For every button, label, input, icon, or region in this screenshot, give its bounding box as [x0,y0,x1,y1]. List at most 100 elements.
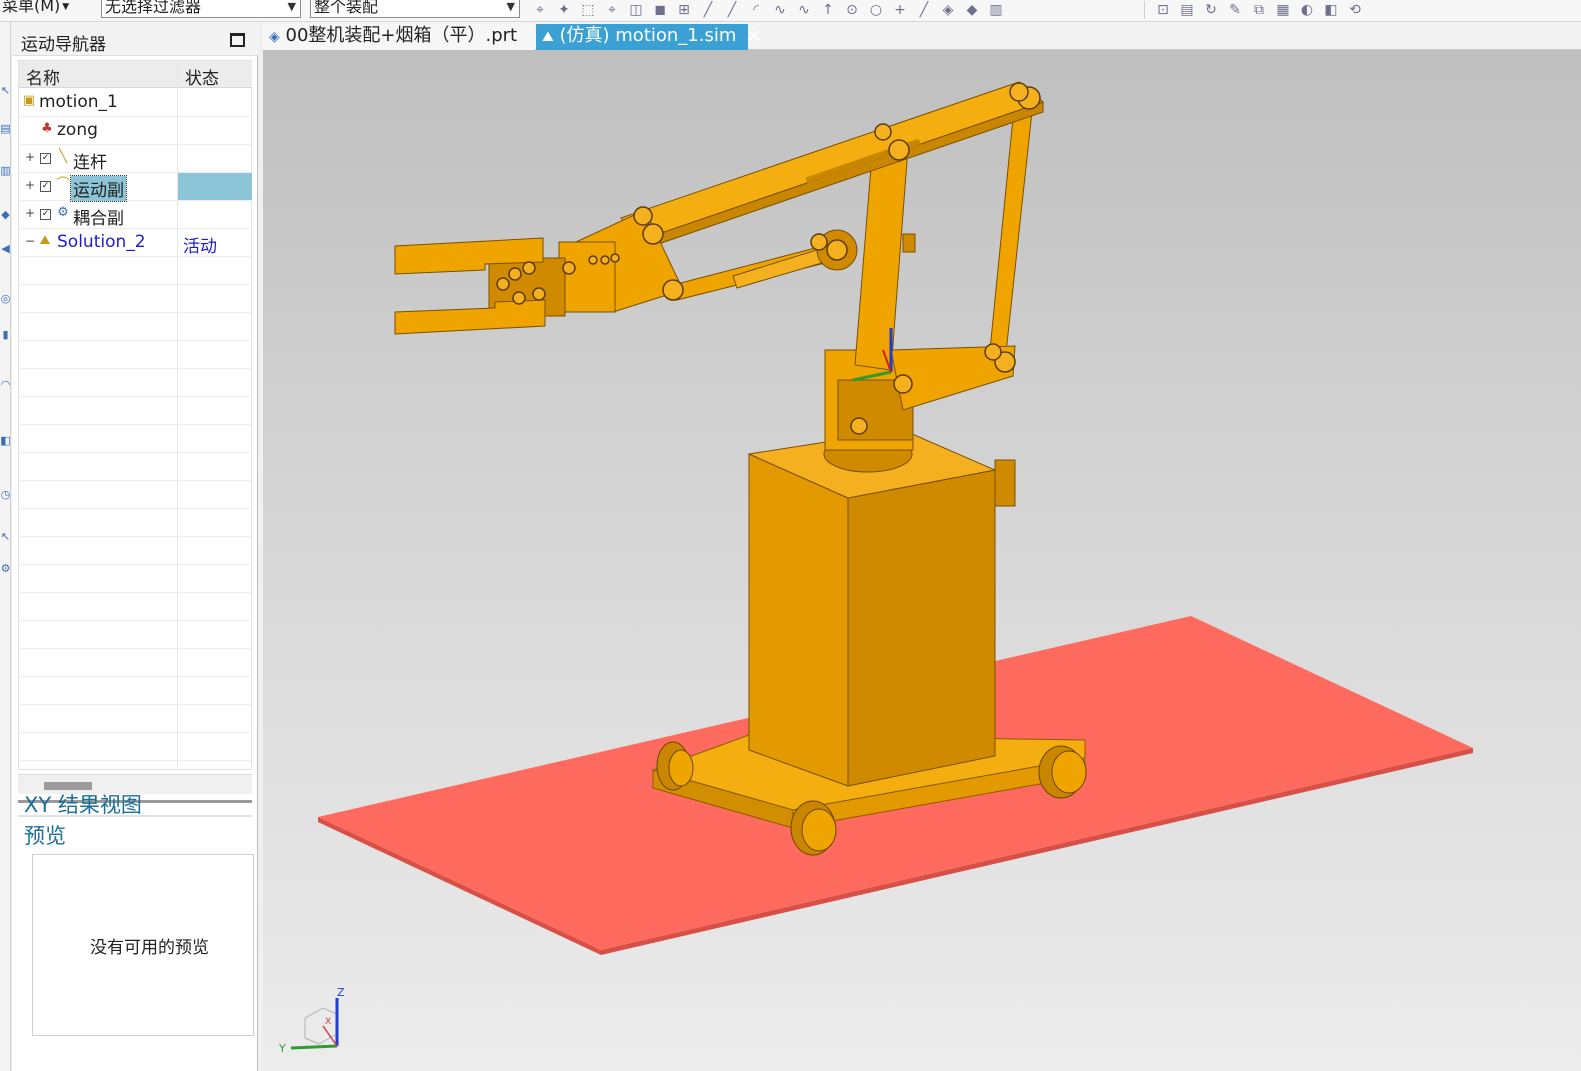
tree-row-status: 活动 [183,237,217,257]
box-select-icon[interactable]: ⬚ [578,1,598,19]
tool-tab-icon[interactable]: ↖ [0,530,11,544]
assembly-icon[interactable]: ⧉ [1249,1,1269,19]
tab-assembly-part[interactable]: ◈ 00整机装配+烟箱（平）.prt [263,24,535,50]
tree-row-links[interactable]: + ✓ ╲ 连杆 [19,145,252,173]
main-beam [620,81,1045,241]
orient-icon[interactable]: ⟲ [1345,1,1365,19]
cross-icon[interactable]: + [890,1,910,19]
snap-icon[interactable]: ⌖ [530,1,550,19]
selection-filter-dropdown[interactable]: 无选择过滤器 ▼ [101,0,301,18]
empty-row [19,649,252,677]
center-point-icon[interactable]: ⊙ [842,1,862,19]
web-tab-icon[interactable]: ◠ [0,378,11,392]
collapse-icon[interactable]: − [25,235,35,247]
motion-navigator-panel: 运动导航器 名称 状态 ▣ motion_1 ♣ zong + ✓ ╲ 连杆 +… [12,22,258,1071]
triad-x-label: X [325,1017,331,1027]
motion-tab-icon[interactable]: ◀ [0,242,11,256]
cube-icon[interactable]: ◫ [626,1,646,19]
triad-y-label: Y [278,1042,286,1055]
circle-icon[interactable]: ○ [866,1,886,19]
empty-row [19,509,252,537]
column-header-status[interactable]: 状态 [185,64,219,89]
layer-icon[interactable]: ▤ [1177,1,1197,19]
empty-row [19,257,252,285]
part-file-icon: ◈ [269,29,280,45]
tower-front-face [847,469,996,787]
sim-file-icon: ▣ [22,93,36,108]
menu-button[interactable]: 菜单(M) ▼ [0,0,69,18]
settings-tab-icon[interactable]: ⚙ [0,562,11,576]
expand-icon[interactable]: + [25,151,35,163]
expand-icon[interactable]: + [25,207,35,219]
view-tools: ⊡ ▤ ↻ ✎ ⧉ ▦ ◐ ◧ ⟲ [1140,0,1365,20]
part-icon[interactable]: ▥ [986,1,1006,19]
rotate-icon[interactable]: ↻ [1201,1,1221,19]
body-icon[interactable]: ◆ [962,1,982,19]
line-2-icon[interactable]: ╱ [722,1,742,19]
tree-row-couplers[interactable]: + ✓ ⚙ 耦合副 [19,201,252,229]
empty-row [19,341,252,369]
empty-row [19,733,252,761]
empty-row [19,705,252,733]
graphics-viewport[interactable]: Z Y X [263,50,1581,1071]
spline-icon[interactable]: ∿ [770,1,790,19]
reuse-tab-icon[interactable]: ◎ [0,292,11,306]
navigator-tab-icon[interactable]: ↖ [0,84,11,98]
assembly-scope-dropdown[interactable]: 整个装配 ▼ [310,0,520,18]
zoom-fit-icon[interactable]: ⊡ [1153,1,1173,19]
link-icon: ╲ [59,149,67,164]
library-tab-icon[interactable]: ▮ [0,328,11,342]
checkbox-icon[interactable]: ✓ [40,153,51,164]
tree-row-zong[interactable]: ♣ zong [19,117,252,145]
maximize-icon[interactable] [230,33,245,47]
point-icon[interactable]: ✦ [554,1,574,19]
joint-icon: ⌒ [56,177,70,192]
close-icon[interactable]: × [746,25,761,46]
tree-row-solution[interactable]: − ⛰ Solution_2 活动 [19,229,252,257]
preview-title[interactable]: 预览 [24,820,66,850]
arc-icon[interactable]: ◜ [746,1,766,19]
tree-row-joints[interactable]: + ✓ ⌒ 运动副 [19,173,252,202]
empty-row [19,677,252,705]
view-cube-icon[interactable]: ◧ [1321,1,1341,19]
empty-row [19,621,252,649]
chevron-down-icon: ▼ [62,1,70,12]
line-icon[interactable]: ╱ [698,1,718,19]
clock-tab-icon[interactable]: ◷ [0,488,11,502]
empty-row [19,453,252,481]
top-toolbar: 菜单(M) ▼ 无选择过滤器 ▼ 整个装配 ▼ ⌖ ✦ ⬚ ⌖ ◫ ◼ ⊞ ╱ ╱… [0,0,1581,22]
grid-point-icon[interactable]: ⊞ [674,1,694,19]
empty-row [19,565,252,593]
tree-row-motion[interactable]: ▣ motion_1 [19,89,252,117]
curve-icon[interactable]: ∿ [794,1,814,19]
chevron-down-icon: ▼ [287,0,296,13]
arrow-up-icon[interactable]: ↑ [818,1,838,19]
history-tab-icon[interactable]: ◧ [0,434,11,448]
table-icon[interactable]: ▦ [1273,1,1293,19]
resource-bar: ↖ ▤ ▥ ◆ ◀ ◎ ▮ ◠ ◧ ◷ ↖ ⚙ [0,22,11,1071]
triad-z-label: Z [337,986,345,999]
checkbox-icon[interactable]: ✓ [40,181,51,192]
expand-icon[interactable]: + [25,179,35,191]
tree-row-label: 运动副 [70,175,127,202]
empty-row [19,313,252,341]
pencil-icon[interactable]: ✎ [1225,1,1245,19]
tree-row-label: 耦合副 [73,209,124,229]
face-icon[interactable]: ◈ [938,1,958,19]
part-tab-icon[interactable]: ◆ [0,208,11,222]
tree-header: 名称 状态 [19,61,252,89]
tab-motion-sim[interactable]: ⛰ (仿真) motion_1.sim × [536,24,761,50]
cube-solid-icon[interactable]: ◼ [650,1,670,19]
assembly-tab-icon[interactable]: ▤ [0,122,11,136]
checkbox-icon[interactable]: ✓ [40,209,51,220]
view-triad: Z Y X [278,986,345,1055]
constraint-tab-icon[interactable]: ▥ [0,164,11,178]
column-header-name[interactable]: 名称 [26,64,60,89]
render-style-icon[interactable]: ◐ [1297,1,1317,19]
slash-icon[interactable]: ╱ [914,1,934,19]
wrist-block [558,241,616,313]
wheel-front-right [790,800,837,856]
cursor-icon[interactable]: ⌖ [602,1,622,19]
chevron-down-icon: ▼ [506,0,515,13]
navigator-title: 运动导航器 [21,35,106,55]
